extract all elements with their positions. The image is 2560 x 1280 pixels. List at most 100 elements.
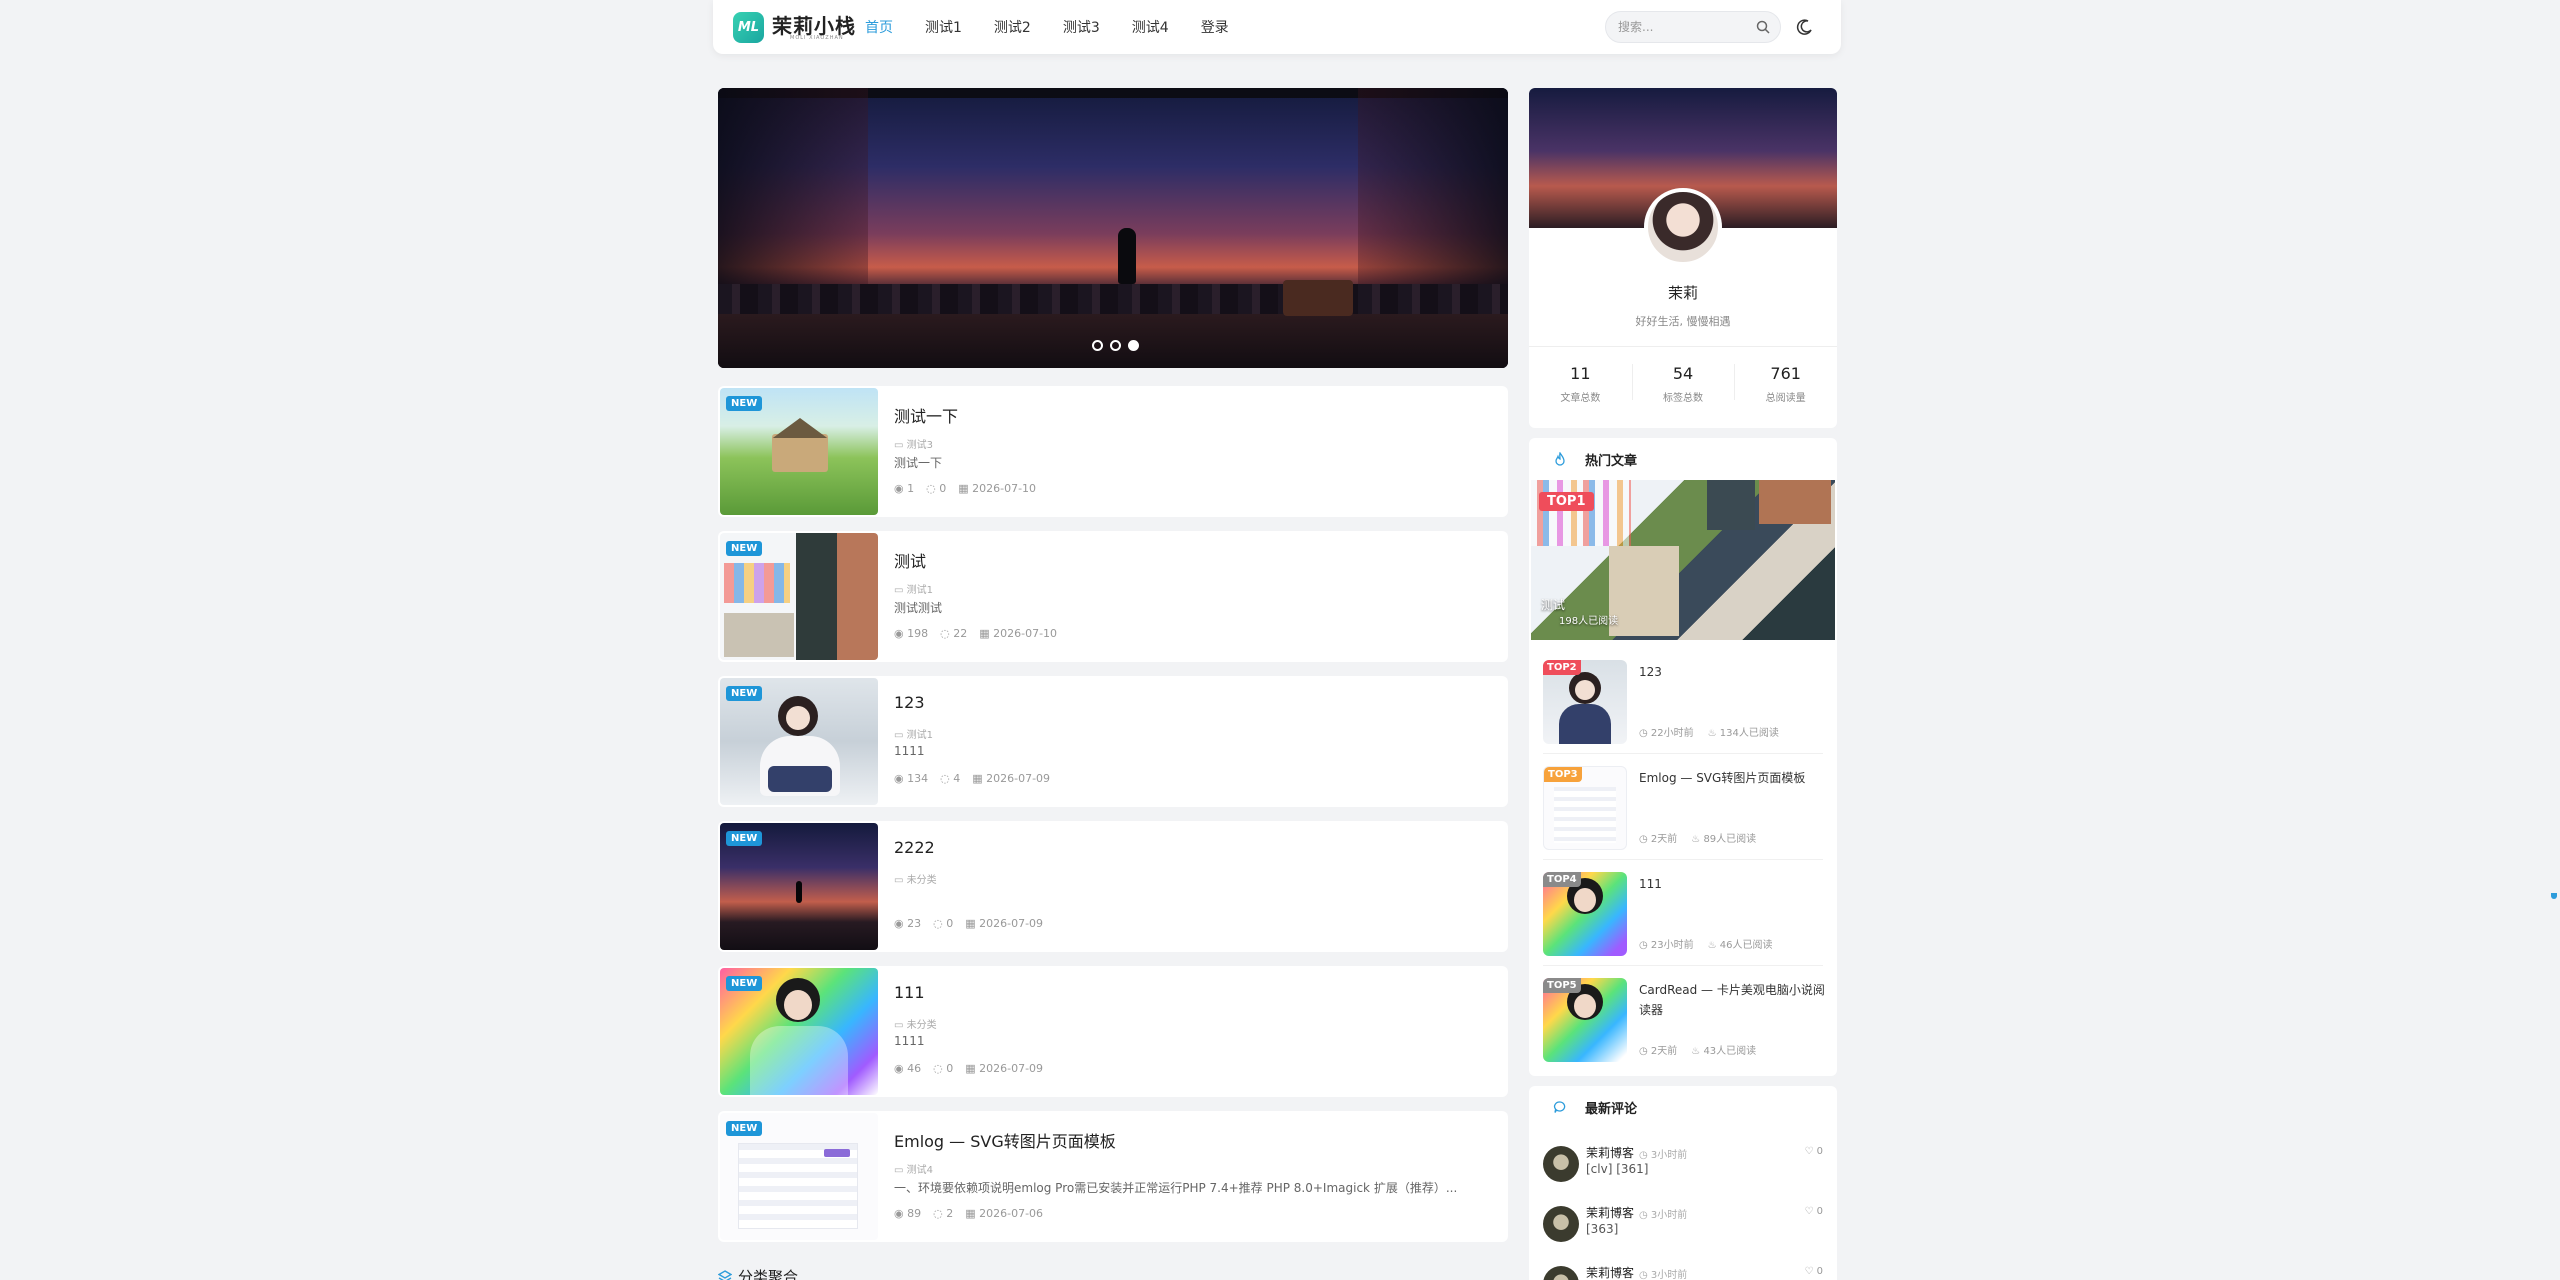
post-category-label[interactable]: 测试1: [907, 585, 933, 596]
post-thumbnail[interactable]: NEW: [720, 678, 878, 805]
hot-article-item[interactable]: TOP4 111 ◷ 23小时前 ♨ 46人已阅读: [1529, 860, 1837, 966]
post-thumbnail[interactable]: NEW: [720, 388, 878, 515]
nav-test1[interactable]: 测试1: [925, 17, 962, 37]
hot-article-item[interactable]: TOP2 123 ◷ 22小时前 ♨ 134人已阅读: [1529, 648, 1837, 754]
eye-icon: ◉: [894, 1062, 908, 1075]
comment-likes[interactable]: ♡ 0: [1804, 1206, 1823, 1217]
post-category[interactable]: ▭ 测试3: [894, 436, 933, 451]
post-views-count: 89: [907, 1207, 922, 1220]
post-thumbnail[interactable]: NEW: [720, 968, 878, 1095]
post-comments: ◌ 0: [933, 917, 953, 930]
post-title[interactable]: 测试: [894, 548, 926, 572]
comment-author[interactable]: 茉莉博客: [1586, 1204, 1634, 1221]
hot-article-time: ◷ 2天前: [1639, 830, 1677, 845]
post-category-label[interactable]: 测试1: [907, 730, 933, 741]
post-category[interactable]: ▭ 测试1: [894, 726, 933, 741]
search-input[interactable]: [1618, 12, 1748, 42]
post-category-label[interactable]: 测试4: [907, 1165, 933, 1176]
avatar[interactable]: [1543, 1146, 1579, 1182]
post-date: ▦ 2026-07-10: [979, 627, 1057, 640]
post-comments: ◌ 2: [933, 1207, 953, 1220]
post-comments-count: 0: [946, 1062, 954, 1075]
comment-author[interactable]: 茉莉博客: [1586, 1144, 1634, 1161]
comment-likes[interactable]: ♡ 0: [1804, 1146, 1823, 1157]
hero-carousel[interactable]: [718, 88, 1508, 368]
post-thumbnail[interactable]: NEW: [720, 823, 878, 950]
hot-article-title[interactable]: CardRead — 卡片美观电脑小说阅读器: [1639, 980, 1825, 1020]
comment-likes[interactable]: ♡ 0: [1804, 1266, 1823, 1277]
post-thumbnail[interactable]: NEW: [720, 1113, 878, 1240]
post-category-label[interactable]: 测试3: [907, 440, 933, 451]
hot-article-item[interactable]: TOP5 CardRead — 卡片美观电脑小说阅读器 ◷ 2天前 ♨ 43人已…: [1529, 966, 1837, 1072]
post-title[interactable]: 111: [894, 983, 925, 1002]
divider: [1529, 346, 1837, 347]
site-header: ML 茉莉小栈 MOLI XIAOZHAN 首页 测试1 测试2 测试3 测试4…: [713, 0, 1841, 54]
carousel-dot-1[interactable]: [1092, 340, 1103, 351]
post-category[interactable]: ▭ 未分类: [894, 1016, 937, 1031]
hot-thumbnail[interactable]: TOP3: [1543, 766, 1627, 850]
moon-icon[interactable]: [1796, 19, 1813, 36]
hot-article-top1[interactable]: TOP1 测试 198人已阅读: [1531, 480, 1835, 640]
post-card[interactable]: NEW 111 ▭ 未分类 1111 ◉ 46 ◌ 0 ▦ 2026-07-09: [718, 966, 1508, 1097]
clock-icon: ◷: [1639, 834, 1651, 845]
hot-article-time: ◷ 2天前: [1639, 1042, 1677, 1057]
stat-label: 标签总数: [1663, 393, 1703, 404]
eye-icon: ◉: [894, 1207, 908, 1220]
hot-article-title[interactable]: 111: [1639, 874, 1825, 894]
folder-icon: ▭: [894, 730, 907, 741]
post-category[interactable]: ▭ 测试1: [894, 581, 933, 596]
hot-thumbnail[interactable]: TOP5: [1543, 978, 1627, 1062]
calendar-icon: ▦: [965, 917, 980, 930]
hot-article-title[interactable]: Emlog — SVG转图片页面模板: [1639, 768, 1825, 788]
search-icon[interactable]: [1756, 20, 1770, 34]
clock-icon: ◷: [1639, 1150, 1651, 1161]
folder-icon: ▭: [894, 1165, 907, 1176]
hot-article-item[interactable]: TOP3 Emlog — SVG转图片页面模板 ◷ 2天前 ♨ 89人已阅读: [1529, 754, 1837, 860]
nav-test2[interactable]: 测试2: [994, 17, 1031, 37]
post-category[interactable]: ▭ 未分类: [894, 871, 937, 886]
avatar[interactable]: [1543, 1266, 1579, 1280]
comment-author[interactable]: 茉莉博客: [1586, 1264, 1634, 1280]
hot-article-title[interactable]: 123: [1639, 662, 1825, 682]
comment-item[interactable]: 茉莉博客 ◷ 3小时前 ♡ 0 [clv] [361]: [1529, 1134, 1837, 1194]
avatar[interactable]: [1543, 1206, 1579, 1242]
new-badge: NEW: [726, 396, 763, 411]
comment-item[interactable]: 茉莉博客 ◷ 3小时前 ♡ 0: [1529, 1254, 1837, 1280]
post-thumbnail[interactable]: NEW: [720, 533, 878, 660]
comment-time-value: 3小时前: [1650, 1150, 1688, 1161]
nav-test4[interactable]: 测试4: [1132, 17, 1169, 37]
post-card[interactable]: NEW Emlog — SVG转图片页面模板 ▭ 测试4 一、环境要依赖项说明e…: [718, 1111, 1508, 1242]
post-excerpt: 测试测试: [894, 601, 943, 615]
post-card[interactable]: NEW 123 ▭ 测试1 1111 ◉ 134 ◌ 4 ▦ 2026-07-0…: [718, 676, 1508, 807]
scroll-indicator[interactable]: [2551, 893, 2557, 899]
hot-thumbnail[interactable]: TOP2: [1543, 660, 1627, 744]
post-meta: ◉ 89 ◌ 2 ▦ 2026-07-06: [894, 1207, 1043, 1220]
carousel-dot-2[interactable]: [1110, 340, 1121, 351]
hot-article-reads: ♨ 43人已阅读: [1691, 1042, 1756, 1057]
logo-mark[interactable]: ML: [733, 12, 764, 43]
stat-value: 11: [1570, 364, 1591, 383]
avatar[interactable]: [1644, 188, 1722, 266]
post-category-label[interactable]: 未分类: [907, 875, 937, 886]
top1-title[interactable]: 测试: [1541, 596, 1565, 613]
hot-article-meta: ◷ 22小时前 ♨ 134人已阅读: [1639, 724, 1779, 739]
post-card[interactable]: NEW 测试 ▭ 测试1 测试测试 ◉ 198 ◌ 22 ▦ 2026-07-1…: [718, 531, 1508, 662]
post-category[interactable]: ▭ 测试4: [894, 1161, 933, 1176]
nav-login[interactable]: 登录: [1201, 17, 1229, 37]
carousel-dot-3[interactable]: [1128, 340, 1139, 351]
post-card[interactable]: NEW 测试一下 ▭ 测试3 测试一下 ◉ 1 ◌ 0 ▦ 2026-07-10: [718, 386, 1508, 517]
nav-home[interactable]: 首页: [865, 17, 893, 37]
post-date: ▦ 2026-07-09: [965, 1062, 1043, 1075]
comment-item[interactable]: 茉莉博客 ◷ 3小时前 ♡ 0 [363]: [1529, 1194, 1837, 1254]
hot-thumbnail[interactable]: TOP4: [1543, 872, 1627, 956]
post-title[interactable]: 测试一下: [894, 403, 958, 427]
post-title[interactable]: Emlog — SVG转图片页面模板: [894, 1128, 1116, 1152]
rank-badge: TOP5: [1543, 978, 1581, 993]
post-category-label[interactable]: 未分类: [907, 1020, 937, 1031]
post-title[interactable]: 2222: [894, 838, 935, 857]
latest-comments-title: 最新评论: [1585, 1101, 1638, 1117]
post-title[interactable]: 123: [894, 693, 925, 712]
nav-test3[interactable]: 测试3: [1063, 17, 1100, 37]
post-date-value: 2026-07-10: [993, 627, 1058, 640]
post-card[interactable]: NEW 2222 ▭ 未分类 ◉ 23 ◌ 0 ▦ 2026-07-09: [718, 821, 1508, 952]
